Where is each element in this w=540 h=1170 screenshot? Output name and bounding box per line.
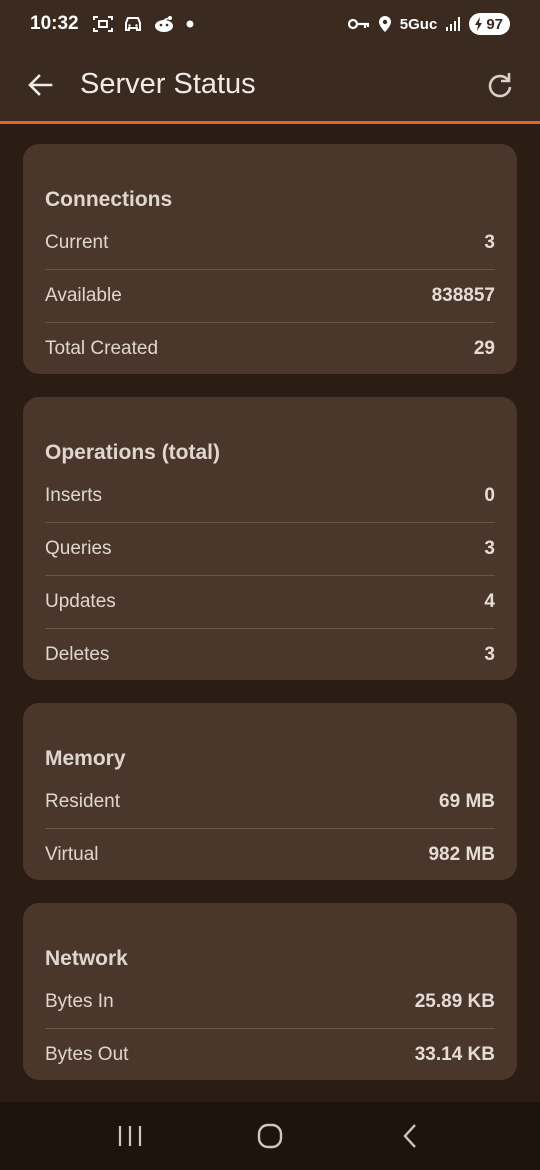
stat-row: Inserts 0 <box>45 469 495 522</box>
stat-label: Bytes Out <box>45 1044 129 1065</box>
section-title: Memory <box>45 747 126 770</box>
stat-label: Virtual <box>45 844 99 865</box>
system-back-button[interactable] <box>380 1106 440 1166</box>
stat-row: Bytes Out 33.14 KB <box>45 1028 495 1081</box>
stat-label: Total Created <box>45 338 159 359</box>
signal-icon <box>445 16 461 32</box>
arrow-back-icon <box>28 73 53 96</box>
car-icon <box>123 15 143 33</box>
stat-value: 33.14 KB <box>414 1044 495 1065</box>
system-nav-bar <box>0 1102 540 1170</box>
page-title: Server Status <box>80 68 256 100</box>
refresh-icon <box>488 72 512 97</box>
stat-value: 29 <box>473 338 495 359</box>
status-bar: 10:32 5Guc 97 <box>0 0 540 48</box>
app-bar: Server Status <box>0 48 540 124</box>
status-time: 10:32 <box>30 13 79 34</box>
stat-label: Deletes <box>45 644 110 665</box>
notification-dot-icon <box>185 19 195 29</box>
location-icon <box>378 15 392 33</box>
stat-row: Available 838857 <box>45 269 495 322</box>
stat-value: 0 <box>484 484 495 506</box>
network-type: 5Guc <box>399 15 438 33</box>
chevron-left-icon <box>403 1124 416 1148</box>
content-area[interactable]: Connections Current 3 Available 838857 T… <box>0 127 540 1102</box>
stat-label: Bytes In <box>45 990 114 1012</box>
stat-row: Deletes 3 <box>45 628 495 681</box>
stat-value: 3 <box>484 231 495 253</box>
screen: 10:32 5Guc 97 Server Status Connections … <box>0 0 540 1170</box>
stat-value: 982 MB <box>428 844 495 865</box>
stat-row: Total Created 29 <box>45 322 495 375</box>
stat-row: Bytes In 25.89 KB <box>45 975 495 1028</box>
stat-value: 4 <box>484 591 495 612</box>
stat-label: Updates <box>45 591 116 612</box>
stat-row: Queries 3 <box>45 522 495 575</box>
refresh-button[interactable] <box>460 47 540 123</box>
stat-label: Current <box>45 231 109 253</box>
screenshot-icon <box>92 15 113 33</box>
recent-apps-icon <box>118 1126 142 1146</box>
stat-value: 25.89 KB <box>414 990 495 1012</box>
section-title: Network <box>45 947 128 970</box>
reddit-icon <box>153 15 175 33</box>
battery-indicator: 97 <box>469 13 510 35</box>
connections-card: Connections Current 3 Available 838857 T… <box>23 144 517 374</box>
stat-label: Available <box>45 285 122 306</box>
network-card: Network Bytes In 25.89 KB Bytes Out 33.1… <box>23 903 517 1080</box>
charging-bolt-icon <box>475 17 483 31</box>
home-icon <box>257 1123 283 1149</box>
stat-label: Resident <box>45 790 120 812</box>
memory-card: Memory Resident 69 MB Virtual 982 MB <box>23 703 517 880</box>
vpn-key-icon <box>347 17 370 31</box>
back-button[interactable] <box>0 47 80 123</box>
stat-row: Virtual 982 MB <box>45 828 495 881</box>
operations-card: Operations (total) Inserts 0 Queries 3 U… <box>23 397 517 680</box>
stat-row: Current 3 <box>45 216 495 269</box>
section-title: Connections <box>45 188 173 211</box>
stat-value: 3 <box>484 538 495 559</box>
battery-level: 97 <box>486 15 503 33</box>
stat-row: Resident 69 MB <box>45 775 495 828</box>
stat-value: 838857 <box>431 285 495 306</box>
recent-apps-button[interactable] <box>100 1106 160 1166</box>
home-button[interactable] <box>240 1106 300 1166</box>
stat-row: Updates 4 <box>45 575 495 628</box>
stat-label: Queries <box>45 538 112 559</box>
stat-value: 69 MB <box>439 790 495 812</box>
section-title: Operations (total) <box>45 441 221 464</box>
stat-label: Inserts <box>45 484 103 506</box>
stat-value: 3 <box>484 644 495 665</box>
